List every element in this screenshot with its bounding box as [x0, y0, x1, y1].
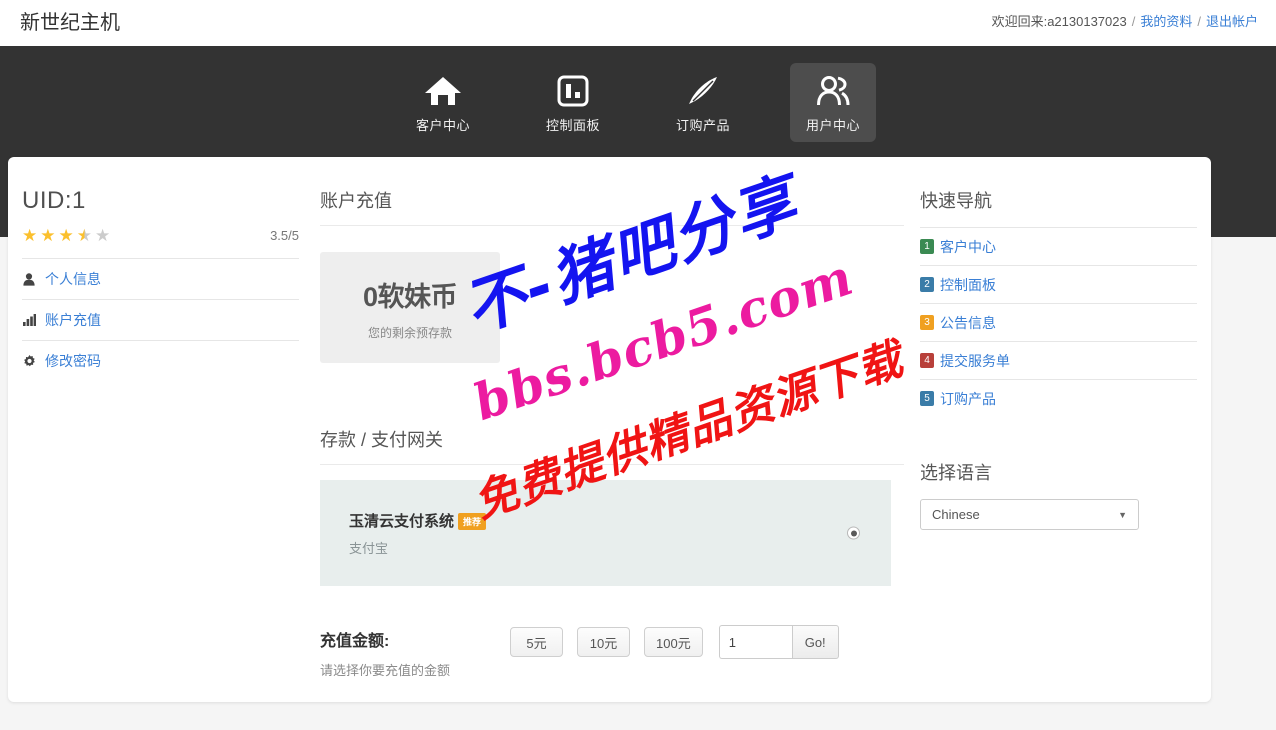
rating-stars: ★ ★ ★ ★ ★ — [22, 227, 110, 244]
feather-pen-icon — [686, 71, 720, 111]
gateway-radio-button[interactable] — [847, 526, 860, 540]
balance-card: 0软妹币 您的剩余预存款 — [320, 252, 500, 363]
gateway-name-row: 玉清云支付系统 推荐 — [349, 510, 487, 531]
left-sidebar: UID:1 ★ ★ ★ ★ ★ 3.5/5 个人信息 账户充值 修改密码 — [22, 187, 299, 381]
top-header-bar: 新世纪主机 欢迎回来:a2130137023 / 我的资料 / 退出帐户 — [0, 0, 1276, 46]
quicknav-label-control-panel: 控制面板 — [940, 276, 996, 293]
recharge-amount-labels: 充值金额: 请选择你要充值的金额 — [320, 623, 510, 679]
gateway-section-title: 存款 / 支付网关 — [320, 426, 904, 465]
welcome-area: 欢迎回来:a2130137023 / 我的资料 / 退出帐户 — [992, 11, 1258, 30]
language-section-title: 选择语言 — [920, 463, 992, 483]
sidebar-label-personal-info: 个人信息 — [45, 271, 101, 287]
nav-label-user-center: 用户中心 — [805, 118, 860, 133]
sidebar-item-account-recharge[interactable]: 账户充值 — [22, 299, 299, 340]
gateway-name: 玉清云支付系统 — [349, 513, 455, 530]
preset-amount-5[interactable]: 5元 — [510, 627, 563, 657]
quicknav-item-order-products[interactable]: 5 订购产品 — [920, 379, 1197, 417]
quicknav-label-order-products: 订购产品 — [940, 390, 996, 407]
quicknav-label-customer-center: 客户中心 — [940, 238, 996, 255]
language-select[interactable]: Chinese ▼ — [920, 499, 1139, 530]
profile-link[interactable]: 我的资料 — [1140, 14, 1192, 29]
balance-amount: 0软妹币 — [362, 281, 458, 312]
rating-value-text: 3.5/5 — [270, 228, 299, 243]
quicknav-item-customer-center[interactable]: 1 客户中心 — [920, 227, 1197, 265]
gear-icon — [22, 354, 36, 368]
go-button[interactable]: Go! — [791, 625, 839, 659]
star-2: ★ — [40, 226, 56, 245]
quicknav-label-submit-ticket: 提交服务单 — [940, 352, 1010, 369]
quicknav-number-1: 1 — [920, 239, 934, 254]
payment-gateway-option[interactable]: 玉清云支付系统 推荐 支付宝 — [320, 480, 891, 586]
welcome-username: a2130137023 — [1047, 14, 1127, 29]
site-brand: 新世纪主机 — [20, 12, 120, 34]
welcome-prefix: 欢迎回来: — [991, 14, 1048, 29]
gateway-radio-dot — [850, 530, 857, 536]
nav-item-customer-center[interactable]: 客户中心 — [400, 63, 486, 142]
welcome-separator-1: / — [1131, 14, 1136, 29]
custom-amount-input[interactable] — [718, 625, 792, 659]
preset-amount-10[interactable]: 10元 — [577, 627, 630, 657]
star-1: ★ — [22, 226, 38, 245]
welcome-separator-2: / — [1197, 14, 1201, 29]
sidebar-item-change-password[interactable]: 修改密码 — [22, 340, 299, 381]
gateway-recommend-badge: 推荐 — [458, 512, 487, 530]
star-3: ★ — [58, 226, 74, 245]
sidebar-label-account-recharge: 账户充值 — [45, 312, 101, 328]
nav-label-order-products: 订购产品 — [675, 118, 730, 133]
balance-caption: 您的剩余预存款 — [367, 325, 452, 340]
page-root: 新世纪主机 欢迎回来:a2130137023 / 我的资料 / 退出帐户 客户中心 — [0, 0, 1276, 730]
quicknav-label-announcements: 公告信息 — [940, 314, 996, 331]
user-uid: UID:1 — [22, 187, 86, 214]
preset-amount-100[interactable]: 100元 — [644, 627, 703, 657]
person-icon — [22, 272, 36, 286]
users-icon — [815, 71, 851, 111]
right-sidebar: 快速导航 1 客户中心 2 控制面板 3 公告信息 4 提交服务单 5 订购产品… — [920, 187, 1197, 530]
recharge-amount-controls: 5元 10元 100元 Go! — [510, 623, 839, 659]
nav-label-control-panel: 控制面板 — [545, 118, 600, 133]
sidebar-label-change-password: 修改密码 — [45, 353, 101, 369]
chevron-down-icon: ▼ — [1118, 509, 1127, 520]
logout-link[interactable]: 退出帐户 — [1206, 14, 1258, 29]
star-5-empty: ★ — [95, 226, 111, 245]
page-title: 账户充值 — [320, 187, 904, 226]
center-content: 账户充值 0软妹币 您的剩余预存款 存款 / 支付网关 玉清云支付系统 推荐 支付… — [320, 187, 904, 679]
recharge-amount-hint: 请选择你要充值的金额 — [320, 663, 451, 678]
star-4-half: ★ — [76, 226, 92, 245]
nav-item-user-center[interactable]: 用户中心 — [790, 63, 876, 142]
dashboard-icon — [557, 71, 589, 111]
bar-chart-icon — [22, 314, 36, 326]
gateway-subtitle: 支付宝 — [349, 541, 389, 556]
custom-amount-group: Go! — [718, 625, 839, 659]
recharge-amount-row: 充值金额: 请选择你要充值的金额 5元 10元 100元 Go! — [320, 623, 904, 679]
nav-label-customer-center: 客户中心 — [415, 118, 470, 133]
sidebar-item-personal-info[interactable]: 个人信息 — [22, 258, 299, 299]
nav-item-control-panel[interactable]: 控制面板 — [530, 63, 616, 142]
rating-row: ★ ★ ★ ★ ★ 3.5/5 — [22, 227, 299, 258]
quicknav-item-submit-ticket[interactable]: 4 提交服务单 — [920, 341, 1197, 379]
quicknav-number-5: 5 — [920, 391, 934, 406]
main-navigation: 客户中心 控制面板 订购产品 用户中心 — [0, 46, 1276, 142]
quicknav-title: 快速导航 — [920, 191, 992, 211]
quicknav-number-4: 4 — [920, 353, 934, 368]
quicknav-number-2: 2 — [920, 277, 934, 292]
quicknav-item-announcements[interactable]: 3 公告信息 — [920, 303, 1197, 341]
home-icon — [424, 71, 462, 111]
quicknav-number-3: 3 — [920, 315, 934, 330]
quicknav-item-control-panel[interactable]: 2 控制面板 — [920, 265, 1197, 303]
language-selected-value: Chinese — [932, 507, 980, 522]
main-content-panel: UID:1 ★ ★ ★ ★ ★ 3.5/5 个人信息 账户充值 修改密码 账户充… — [8, 157, 1211, 702]
recharge-amount-label: 充值金额: — [320, 633, 390, 650]
nav-item-order-products[interactable]: 订购产品 — [660, 63, 746, 142]
